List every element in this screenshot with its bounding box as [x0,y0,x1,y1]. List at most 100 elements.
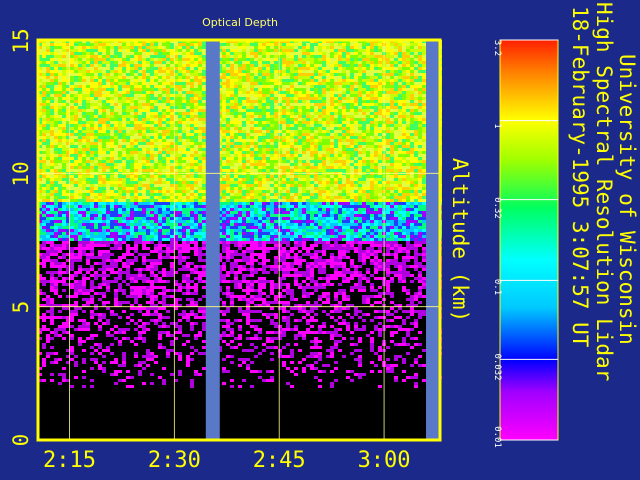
heatmap-cell [86,160,90,163]
heatmap-cell [162,145,166,148]
heatmap-cell [354,79,358,82]
heatmap-cell [242,181,246,184]
heatmap-cell [50,70,54,73]
heatmap-cell [74,52,78,55]
heatmap-cell [78,127,82,130]
heatmap-cell [178,157,182,160]
heatmap-cell [394,181,398,184]
heatmap-cell [150,184,154,187]
heatmap-cell [262,154,266,157]
heatmap-cell [350,157,354,160]
heatmap-cell [154,124,158,127]
heatmap-cell [42,70,46,73]
heatmap-cell [366,184,370,187]
heatmap-cell [154,103,158,106]
heatmap-cell [82,163,86,166]
heatmap-cell [258,142,262,145]
heatmap-cell [54,169,58,172]
heatmap-cell [58,94,62,97]
heatmap-cell [230,112,234,115]
heatmap-cell [54,46,58,49]
heatmap-cell [222,73,226,76]
heatmap-cell [338,94,342,97]
heatmap-cell [198,160,202,163]
heatmap-cell [198,175,202,178]
heatmap-cell [346,52,350,55]
heatmap-cell [406,184,410,187]
heatmap-cell [234,85,238,88]
heatmap-cell [402,124,406,127]
heatmap-cell [282,100,286,103]
heatmap-cell [258,178,262,181]
heatmap-cell [242,175,246,178]
heatmap-cell [322,184,326,187]
heatmap-cell [282,67,286,70]
heatmap-cell [422,118,426,121]
heatmap-cell [330,64,334,67]
heatmap-cell [154,43,158,46]
heatmap-cell [318,166,322,169]
heatmap-cell [146,118,150,121]
heatmap-cell [374,118,378,121]
heatmap-cell [318,130,322,133]
heatmap-cell [358,43,362,46]
heatmap-cell [266,73,270,76]
heatmap-cell [194,151,198,154]
heatmap-cell [370,154,374,157]
heatmap-cell [138,43,142,46]
heatmap-cell [314,91,318,94]
heatmap-cell [178,58,182,61]
heatmap-cell [122,148,126,151]
heatmap-cell [178,106,182,109]
heatmap-cell [222,115,226,118]
heatmap-cell [162,163,166,166]
heatmap-cell [106,184,110,187]
heatmap-cell [414,127,418,130]
heatmap-cell [182,133,186,136]
heatmap-cell [94,130,98,133]
heatmap-cell [418,142,422,145]
heatmap-cell [106,133,110,136]
heatmap-cell [338,127,342,130]
heatmap-cell [390,88,394,91]
heatmap-cell [46,118,50,121]
heatmap-cell [146,52,150,55]
heatmap-cell [98,58,102,61]
heatmap-cell [422,55,426,58]
heatmap-cell [62,79,66,82]
heatmap-cell [326,121,330,124]
heatmap-cell [122,139,126,142]
heatmap-cell [74,76,78,79]
heatmap-cell [390,157,394,160]
heatmap-cell [86,178,90,181]
heatmap-cell [358,97,362,100]
heatmap-cell [42,151,46,154]
heatmap-cell [130,106,134,109]
heatmap-cell [186,145,190,148]
heatmap-cell [62,184,66,187]
heatmap-cell [294,64,298,67]
heatmap-cell [182,73,186,76]
heatmap-cell [346,112,350,115]
heatmap-cell [390,163,394,166]
heatmap-cell [138,70,142,73]
heatmap-cell [126,70,130,73]
heatmap-cell [234,184,238,187]
heatmap-cell [222,112,226,115]
heatmap-cell [98,64,102,67]
heatmap-cell [274,175,278,178]
heatmap-cell [82,169,86,172]
heatmap-cell [286,52,290,55]
heatmap-cell [74,178,78,181]
heatmap-cell [362,103,366,106]
heatmap-cell [418,85,422,88]
heatmap-cell [358,142,362,145]
heatmap-cell [230,55,234,58]
heatmap-cell [114,55,118,58]
heatmap-cell [346,97,350,100]
heatmap-cell [250,124,254,127]
heatmap-cell [302,88,306,91]
heatmap-cell [362,97,366,100]
heatmap-cell [150,94,154,97]
heatmap-cell [70,145,74,148]
